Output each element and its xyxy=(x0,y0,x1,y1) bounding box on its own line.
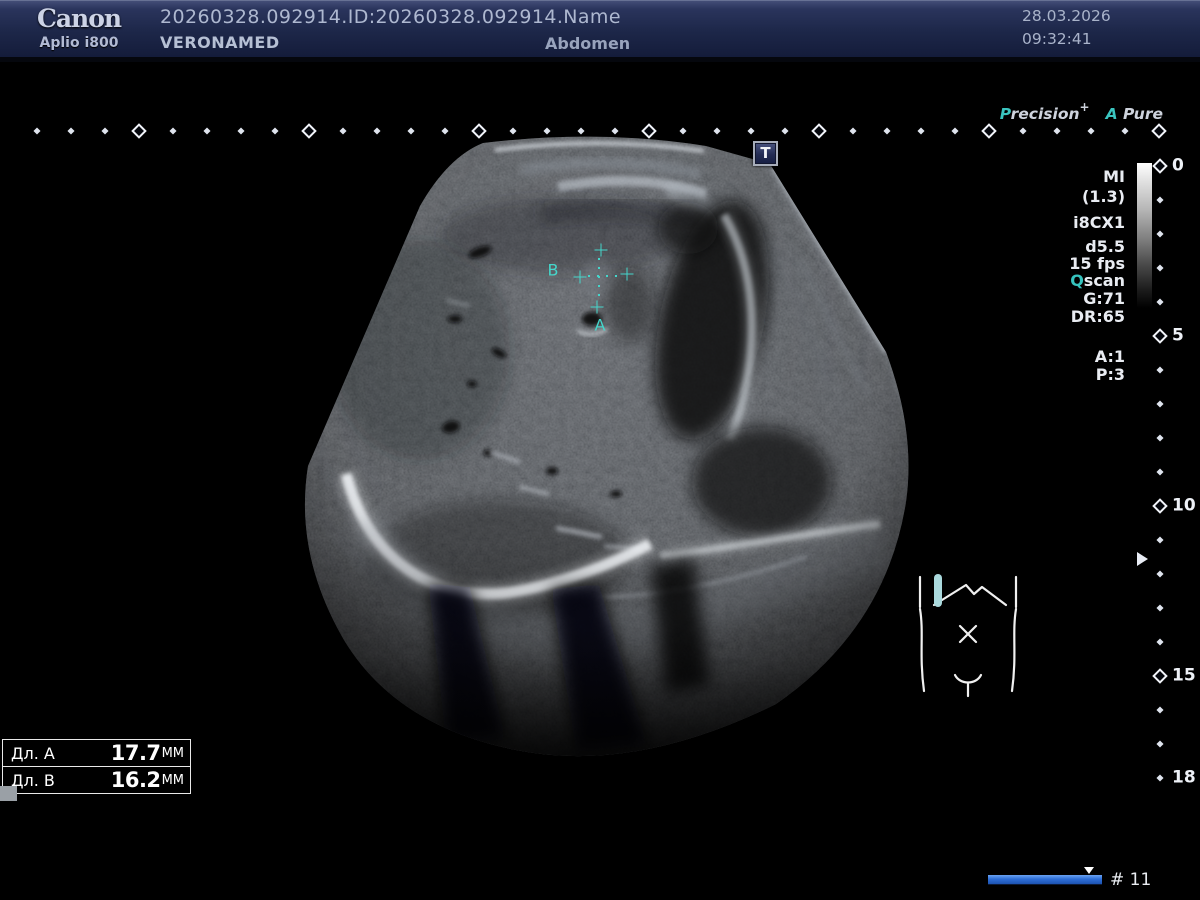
grayscale-bar xyxy=(1137,163,1152,308)
caliper-a-end xyxy=(591,301,604,314)
depth-label: 0 xyxy=(1172,156,1184,176)
measurement-results: Дл. A 17.7 ММ Дл. B 16.2 ММ xyxy=(2,739,191,794)
qscan-label: Qscan xyxy=(1070,271,1125,290)
body-marker-chest xyxy=(934,585,1006,605)
frame-counter: # 11 xyxy=(1110,870,1151,890)
cine-position-marker-icon xyxy=(1084,867,1094,874)
apure-logo: A Pure xyxy=(1106,105,1163,123)
dynamic-range: DR:65 xyxy=(1071,307,1125,326)
body-marker-left-side xyxy=(920,609,924,691)
ultrasound-screen: Canon Aplio i800 20260328.092914.ID:2026… xyxy=(0,0,1200,900)
body-marker-x xyxy=(960,626,976,642)
depth-label: 15 xyxy=(1172,666,1196,686)
caliper-a-label: A xyxy=(595,316,606,335)
aplanes-value: A:1 xyxy=(1095,347,1125,366)
precision-logo: Precision+ xyxy=(1000,105,1090,123)
focus-marker-icon xyxy=(1137,552,1148,566)
depth-label: 10 xyxy=(1172,496,1196,516)
mi-value: (1.3) xyxy=(1082,187,1125,206)
depth-label: 5 xyxy=(1172,326,1184,346)
corner-chip xyxy=(0,786,17,801)
measurement-label: Дл. B xyxy=(11,771,111,790)
measurement-row: Дл. B 16.2 ММ xyxy=(3,766,190,793)
technology-logos: Precision+ A Pure xyxy=(1000,105,1163,123)
gain-value: G:71 xyxy=(1083,289,1125,308)
caliper-b-start xyxy=(574,271,587,284)
caliper-a-start xyxy=(595,244,608,257)
transducer-name: i8CX1 xyxy=(1073,213,1125,232)
caliper-b-line xyxy=(588,275,621,277)
measurement-unit: ММ xyxy=(162,773,184,788)
body-marker xyxy=(903,563,1033,708)
measurement-label: Дл. A xyxy=(11,744,111,763)
measurement-unit: ММ xyxy=(162,746,184,761)
persistence-value: P:3 xyxy=(1096,365,1125,384)
body-marker-pelvis xyxy=(955,675,981,696)
caliper-b-label: B xyxy=(548,261,559,280)
probe-position-icon xyxy=(934,574,942,607)
orientation-marker-icon: T xyxy=(753,141,778,166)
depth-label: 18 xyxy=(1172,768,1196,788)
body-marker-right-side xyxy=(1012,609,1016,691)
cine-scrollbar[interactable] xyxy=(988,875,1102,884)
measurement-row: Дл. A 17.7 ММ xyxy=(3,740,190,766)
measurement-value: 16.2 xyxy=(111,768,161,792)
caliper-b-end xyxy=(621,268,634,281)
mi-label: MI xyxy=(1103,167,1125,186)
caliper-a-line xyxy=(598,258,600,301)
measurement-value: 17.7 xyxy=(111,741,161,765)
